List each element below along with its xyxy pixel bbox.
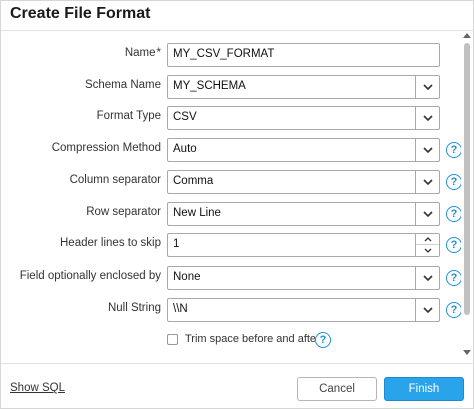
spinner-up-icon[interactable] <box>416 234 439 245</box>
row-separator-value: New Line <box>173 207 221 219</box>
compression-method-select[interactable]: Auto <box>167 138 440 162</box>
spinner <box>415 234 439 256</box>
chevron-down-icon[interactable] <box>415 107 439 129</box>
name-input[interactable]: MY_CSV_FORMAT <box>167 43 440 67</box>
schema-name-label: Schema Name <box>84 79 161 91</box>
schema-name-value: MY_SCHEMA <box>173 80 246 92</box>
help-icon[interactable]: ? <box>446 206 461 222</box>
header-lines-label: Header lines to skip <box>60 237 161 249</box>
chevron-down-icon[interactable] <box>415 299 439 321</box>
row-separator-label: Row separator <box>86 206 161 218</box>
compression-method-row: Compression Method Auto ? <box>1 138 461 162</box>
null-string-label: Null String <box>107 302 161 314</box>
chevron-down-icon[interactable] <box>415 267 439 289</box>
null-string-value: \\N <box>173 303 188 315</box>
name-label: Name* <box>124 47 161 59</box>
scroll-thumb[interactable] <box>464 43 470 315</box>
name-row: Name* MY_CSV_FORMAT <box>1 43 461 67</box>
form-body: Name* MY_CSV_FORMAT Schema Name MY_SCHEM… <box>1 31 461 361</box>
null-string-row: Null String \\N ? <box>1 298 461 322</box>
format-type-label: Format Type <box>96 110 161 122</box>
field-enclosed-label: Field optionally enclosed by <box>19 270 161 282</box>
form-scrollbar[interactable] <box>461 31 473 361</box>
trim-space-row: Trim space before and after ? <box>167 331 367 349</box>
field-enclosed-select[interactable]: None <box>167 266 440 290</box>
header-lines-value: 1 <box>173 238 180 250</box>
compression-method-label: Compression Method <box>51 142 161 154</box>
help-icon[interactable]: ? <box>446 270 461 286</box>
column-separator-select[interactable]: Comma <box>167 170 440 194</box>
help-icon[interactable]: ? <box>446 237 461 253</box>
trim-space-checkbox[interactable] <box>167 334 178 345</box>
schema-name-select[interactable]: MY_SCHEMA <box>167 75 440 99</box>
help-icon[interactable]: ? <box>315 332 331 348</box>
create-file-format-dialog: Create File Format Name* MY_CSV_FORMAT S… <box>0 0 474 409</box>
format-type-select[interactable]: CSV <box>167 106 440 130</box>
help-icon[interactable]: ? <box>446 302 461 318</box>
chevron-down-icon[interactable] <box>415 203 439 225</box>
cancel-button[interactable]: Cancel <box>297 377 377 401</box>
column-separator-value: Comma <box>173 175 214 187</box>
column-separator-label: Column separator <box>69 174 161 186</box>
format-type-row: Format Type CSV <box>1 106 461 130</box>
header-lines-row: Header lines to skip 1 ? <box>1 233 461 257</box>
null-string-select[interactable]: \\N <box>167 298 440 322</box>
header-lines-stepper[interactable]: 1 <box>167 233 440 257</box>
help-icon[interactable]: ? <box>446 174 461 190</box>
chevron-down-icon[interactable] <box>415 139 439 161</box>
help-icon[interactable]: ? <box>446 142 461 158</box>
scroll-down-icon[interactable] <box>463 350 471 355</box>
finish-button[interactable]: Finish <box>384 377 464 401</box>
compression-method-value: Auto <box>173 143 197 155</box>
column-separator-row: Column separator Comma ? <box>1 170 461 194</box>
chevron-down-icon[interactable] <box>415 76 439 98</box>
row-separator-row: Row separator New Line ? <box>1 202 461 226</box>
trim-space-label[interactable]: Trim space before and after <box>185 333 320 345</box>
show-sql-link[interactable]: Show SQL <box>10 382 65 394</box>
scroll-up-icon[interactable] <box>463 33 471 38</box>
field-enclosed-row: Field optionally enclosed by None ? <box>1 266 461 290</box>
row-separator-select[interactable]: New Line <box>167 202 440 226</box>
name-value: MY_CSV_FORMAT <box>173 48 275 60</box>
footer-divider <box>1 363 474 364</box>
field-enclosed-value: None <box>173 271 201 283</box>
chevron-down-icon[interactable] <box>415 171 439 193</box>
format-type-value: CSV <box>173 111 197 123</box>
required-mark: * <box>156 47 161 59</box>
dialog-title: Create File Format <box>10 5 151 22</box>
spinner-down-icon[interactable] <box>416 245 439 256</box>
schema-name-row: Schema Name MY_SCHEMA <box>1 75 461 99</box>
